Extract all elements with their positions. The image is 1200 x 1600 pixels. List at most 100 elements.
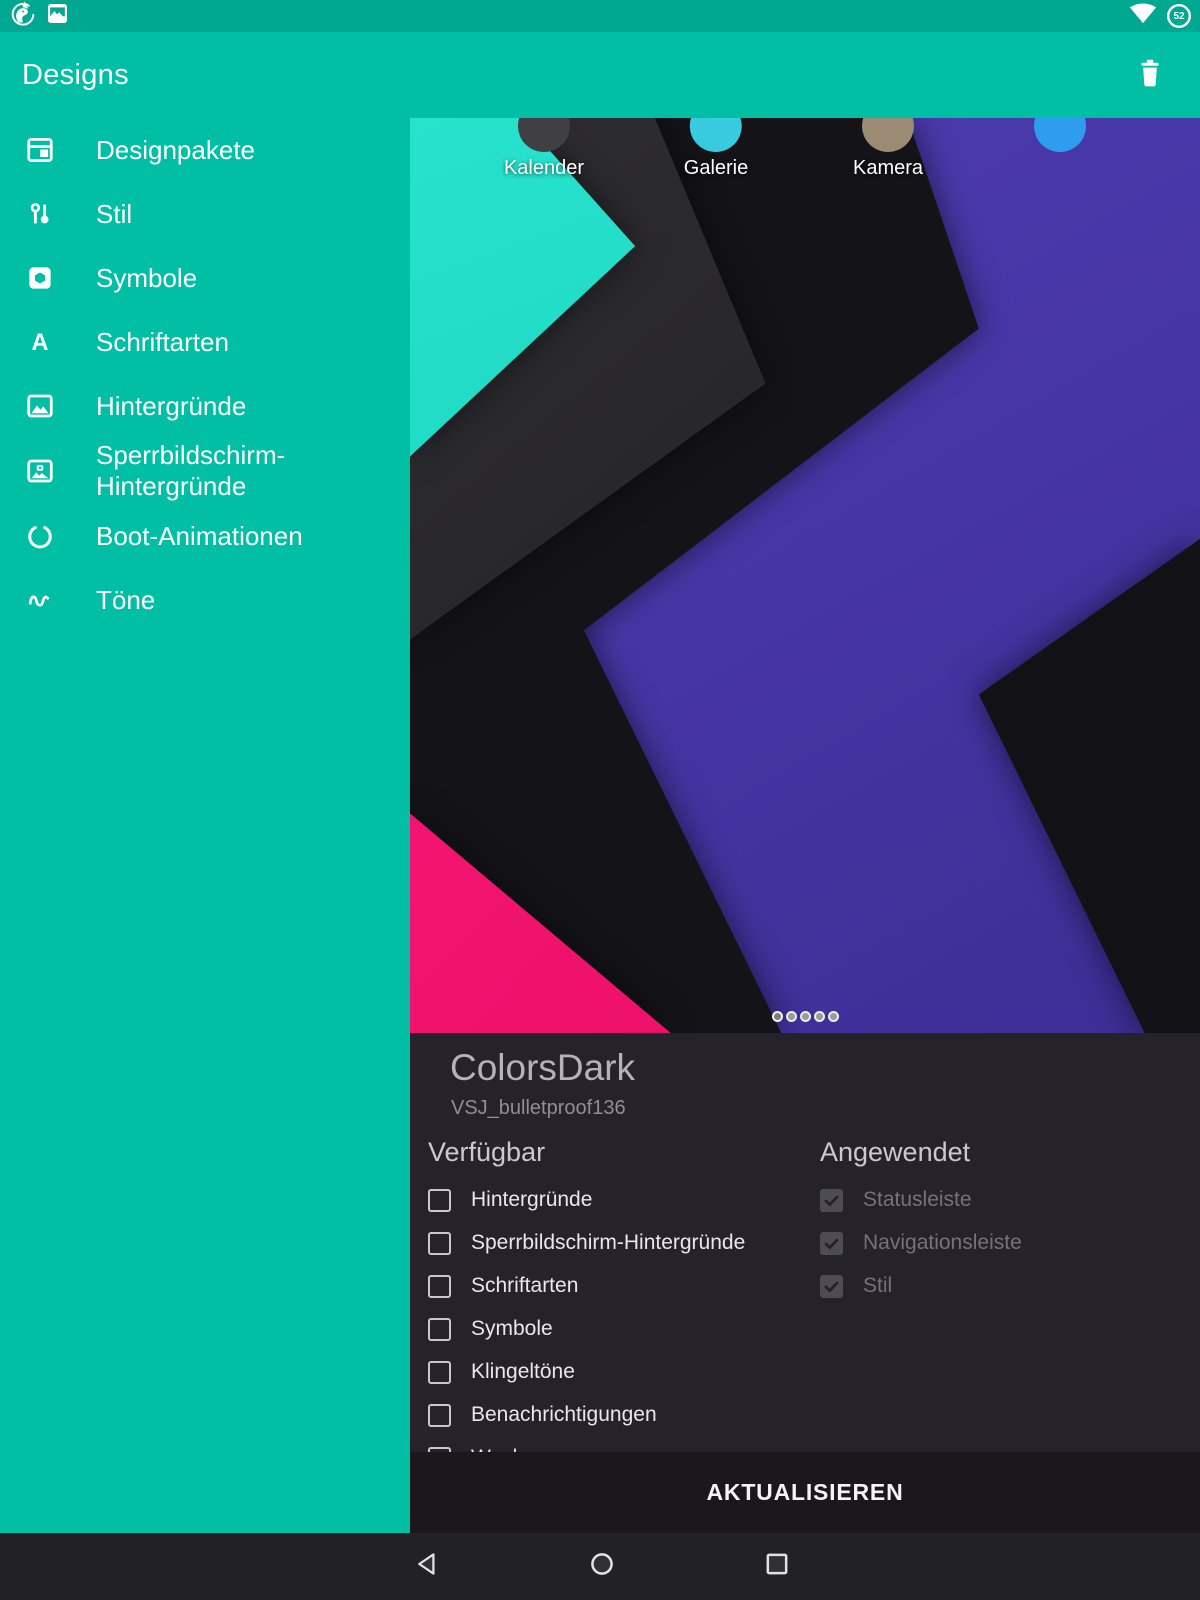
sidebar-item-t-ne[interactable]: Töne bbox=[0, 568, 410, 632]
checkbox-unchecked[interactable] bbox=[428, 1189, 451, 1212]
available-row-symbole: Symbole bbox=[428, 1317, 808, 1341]
theme-packs-icon bbox=[25, 135, 75, 165]
themes-app-screen: 52 Designs Designpakete Stil Symbole A Schri… bbox=[0, 0, 1200, 1600]
sidebar-item-stil[interactable]: Stil bbox=[0, 182, 410, 246]
svg-text:A: A bbox=[31, 329, 48, 356]
checkbox-label: Statusleiste bbox=[863, 1188, 972, 1212]
available-row-sperrbildschirm-hintergr-nde: Sperrbildschirm-Hintergründe bbox=[428, 1231, 808, 1255]
sidebar-item-label: Töne bbox=[96, 585, 390, 616]
wifi-icon bbox=[1129, 3, 1157, 30]
home-shortcut-kalender: Kalender bbox=[504, 118, 584, 180]
page-title: Designs bbox=[22, 32, 129, 118]
battery-circle-icon: 52 bbox=[1166, 3, 1192, 29]
home-icon bbox=[587, 1549, 617, 1584]
available-header: Verfügbar bbox=[428, 1137, 808, 1168]
status-bar: 52 bbox=[0, 0, 1200, 32]
home-button[interactable] bbox=[562, 1533, 642, 1600]
available-row-benachrichtigungen: Benachrichtigungen bbox=[428, 1403, 808, 1427]
checkbox-label: Symbole bbox=[471, 1317, 553, 1341]
theme-name: ColorsDark bbox=[450, 1047, 635, 1089]
sidebar-item-label: Boot-Animationen bbox=[96, 521, 390, 552]
applied-row-stil: Stil bbox=[820, 1274, 1190, 1298]
checkbox-label: Benachrichtigungen bbox=[471, 1403, 657, 1427]
app-icon-circle bbox=[518, 118, 570, 152]
sidebar-item-designpakete[interactable]: Designpakete bbox=[0, 118, 410, 182]
back-button[interactable] bbox=[388, 1533, 468, 1600]
page-dot bbox=[828, 1011, 839, 1022]
back-icon bbox=[413, 1549, 443, 1584]
sidebar-item-schriftarten[interactable]: A Schriftarten bbox=[0, 310, 410, 374]
home-shortcut-kamera: Kamera bbox=[853, 118, 923, 180]
shortcut-label: Galerie bbox=[684, 157, 748, 180]
page-dot bbox=[786, 1011, 797, 1022]
app-icon-circle bbox=[1034, 118, 1086, 152]
android-nav-bar bbox=[0, 1533, 1200, 1600]
sidebar-item-sperrbildschirm-hintergr-nde[interactable]: Sperrbildschirm-Hintergründe bbox=[0, 438, 410, 504]
checkbox-label: Stil bbox=[863, 1274, 892, 1298]
recents-icon bbox=[762, 1549, 792, 1584]
sidebar-item-symbole[interactable]: Symbole bbox=[0, 246, 410, 310]
checkbox-label: Schriftarten bbox=[471, 1274, 578, 1298]
applied-row-statusleiste: Statusleiste bbox=[820, 1188, 1190, 1212]
sidebar-item-label: Symbole bbox=[96, 263, 390, 294]
available-row-klingelt-ne: Klingeltöne bbox=[428, 1360, 808, 1384]
sidebar-item-hintergr-nde[interactable]: Hintergründe bbox=[0, 374, 410, 438]
shortcut-label: Kamera bbox=[853, 157, 923, 180]
sidebar-item-boot-animationen[interactable]: Boot-Animationen bbox=[0, 504, 410, 568]
sidebar-item-label: Schriftarten bbox=[96, 327, 390, 358]
checkbox-label: Hintergründe bbox=[471, 1188, 592, 1212]
photo-notification-icon bbox=[47, 3, 68, 29]
theme-info-panel: ColorsDark VSJ_bulletproof136 Verfügbar … bbox=[410, 1033, 1200, 1452]
checkbox-checked bbox=[820, 1232, 843, 1255]
home-shortcut-extra bbox=[1034, 118, 1086, 152]
theme-author: VSJ_bulletproof136 bbox=[451, 1097, 626, 1120]
boot-animation-icon bbox=[25, 521, 75, 551]
sidebar-item-label: Hintergründe bbox=[96, 391, 390, 422]
checkbox-label: Navigationsleiste bbox=[863, 1231, 1022, 1255]
sidebar-item-label: Stil bbox=[96, 199, 390, 230]
checkbox-unchecked[interactable] bbox=[428, 1404, 451, 1427]
page-indicator bbox=[410, 1011, 1200, 1022]
lockscreen-wallpaper-icon bbox=[25, 456, 75, 486]
checkbox-checked bbox=[820, 1275, 843, 1298]
checkbox-unchecked[interactable] bbox=[428, 1361, 451, 1384]
update-button[interactable]: AKTUALISIEREN bbox=[410, 1452, 1200, 1533]
update-button-label: AKTUALISIEREN bbox=[707, 1479, 904, 1506]
theme-detail-pane: Kalender Galerie Kamera ColorsDark VSJ_bul… bbox=[410, 118, 1200, 1533]
fonts-icon: A bbox=[25, 327, 75, 357]
wallpaper-icon bbox=[25, 391, 75, 421]
applied-components-column: Angewendet StatusleisteNavigationsleiste… bbox=[820, 1137, 1190, 1317]
checkbox-label: Sperrbildschirm-Hintergründe bbox=[471, 1231, 745, 1255]
battery-percent: 52 bbox=[1166, 3, 1192, 29]
sounds-icon bbox=[25, 585, 75, 615]
checkbox-unchecked[interactable] bbox=[428, 1232, 451, 1255]
checkbox-unchecked[interactable] bbox=[428, 1318, 451, 1341]
delete-theme-button[interactable] bbox=[1130, 32, 1170, 118]
shortcut-label: Kalender bbox=[504, 157, 584, 180]
applied-row-navigationsleiste: Navigationsleiste bbox=[820, 1231, 1190, 1255]
available-row-schriftarten: Schriftarten bbox=[428, 1274, 808, 1298]
icons-icon bbox=[25, 263, 75, 293]
checkbox-unchecked[interactable] bbox=[428, 1275, 451, 1298]
checkbox-checked bbox=[820, 1189, 843, 1212]
sidebar-item-label: Designpakete bbox=[96, 135, 390, 166]
status-bar-notification-icons bbox=[10, 1, 68, 31]
available-row-hintergr-nde: Hintergründe bbox=[428, 1188, 808, 1212]
available-components-column: Verfügbar Hintergründe Sperrbildschirm-Hi… bbox=[428, 1137, 808, 1452]
style-icon bbox=[25, 199, 75, 229]
app-icon-circle bbox=[690, 118, 742, 152]
page-dot bbox=[772, 1011, 783, 1022]
wallpaper-dark-right-chevron bbox=[410, 118, 1200, 1033]
app-bar: Designs bbox=[0, 32, 1200, 118]
sidebar-nav: Designpakete Stil Symbole A Schriftarten Hint… bbox=[0, 118, 410, 1533]
home-shortcut-galerie: Galerie bbox=[684, 118, 748, 180]
theme-preview-carousel[interactable]: Kalender Galerie Kamera bbox=[410, 118, 1200, 1033]
page-dot bbox=[814, 1011, 825, 1022]
sidebar-item-label: Sperrbildschirm-Hintergründe bbox=[96, 440, 390, 502]
unicorn-icon bbox=[10, 0, 35, 33]
trash-icon bbox=[1137, 58, 1163, 93]
recents-button[interactable] bbox=[737, 1533, 817, 1600]
app-icon-circle bbox=[862, 118, 914, 152]
checkbox-label: Klingeltöne bbox=[471, 1360, 575, 1384]
status-bar-system-icons: 52 bbox=[1129, 1, 1192, 31]
